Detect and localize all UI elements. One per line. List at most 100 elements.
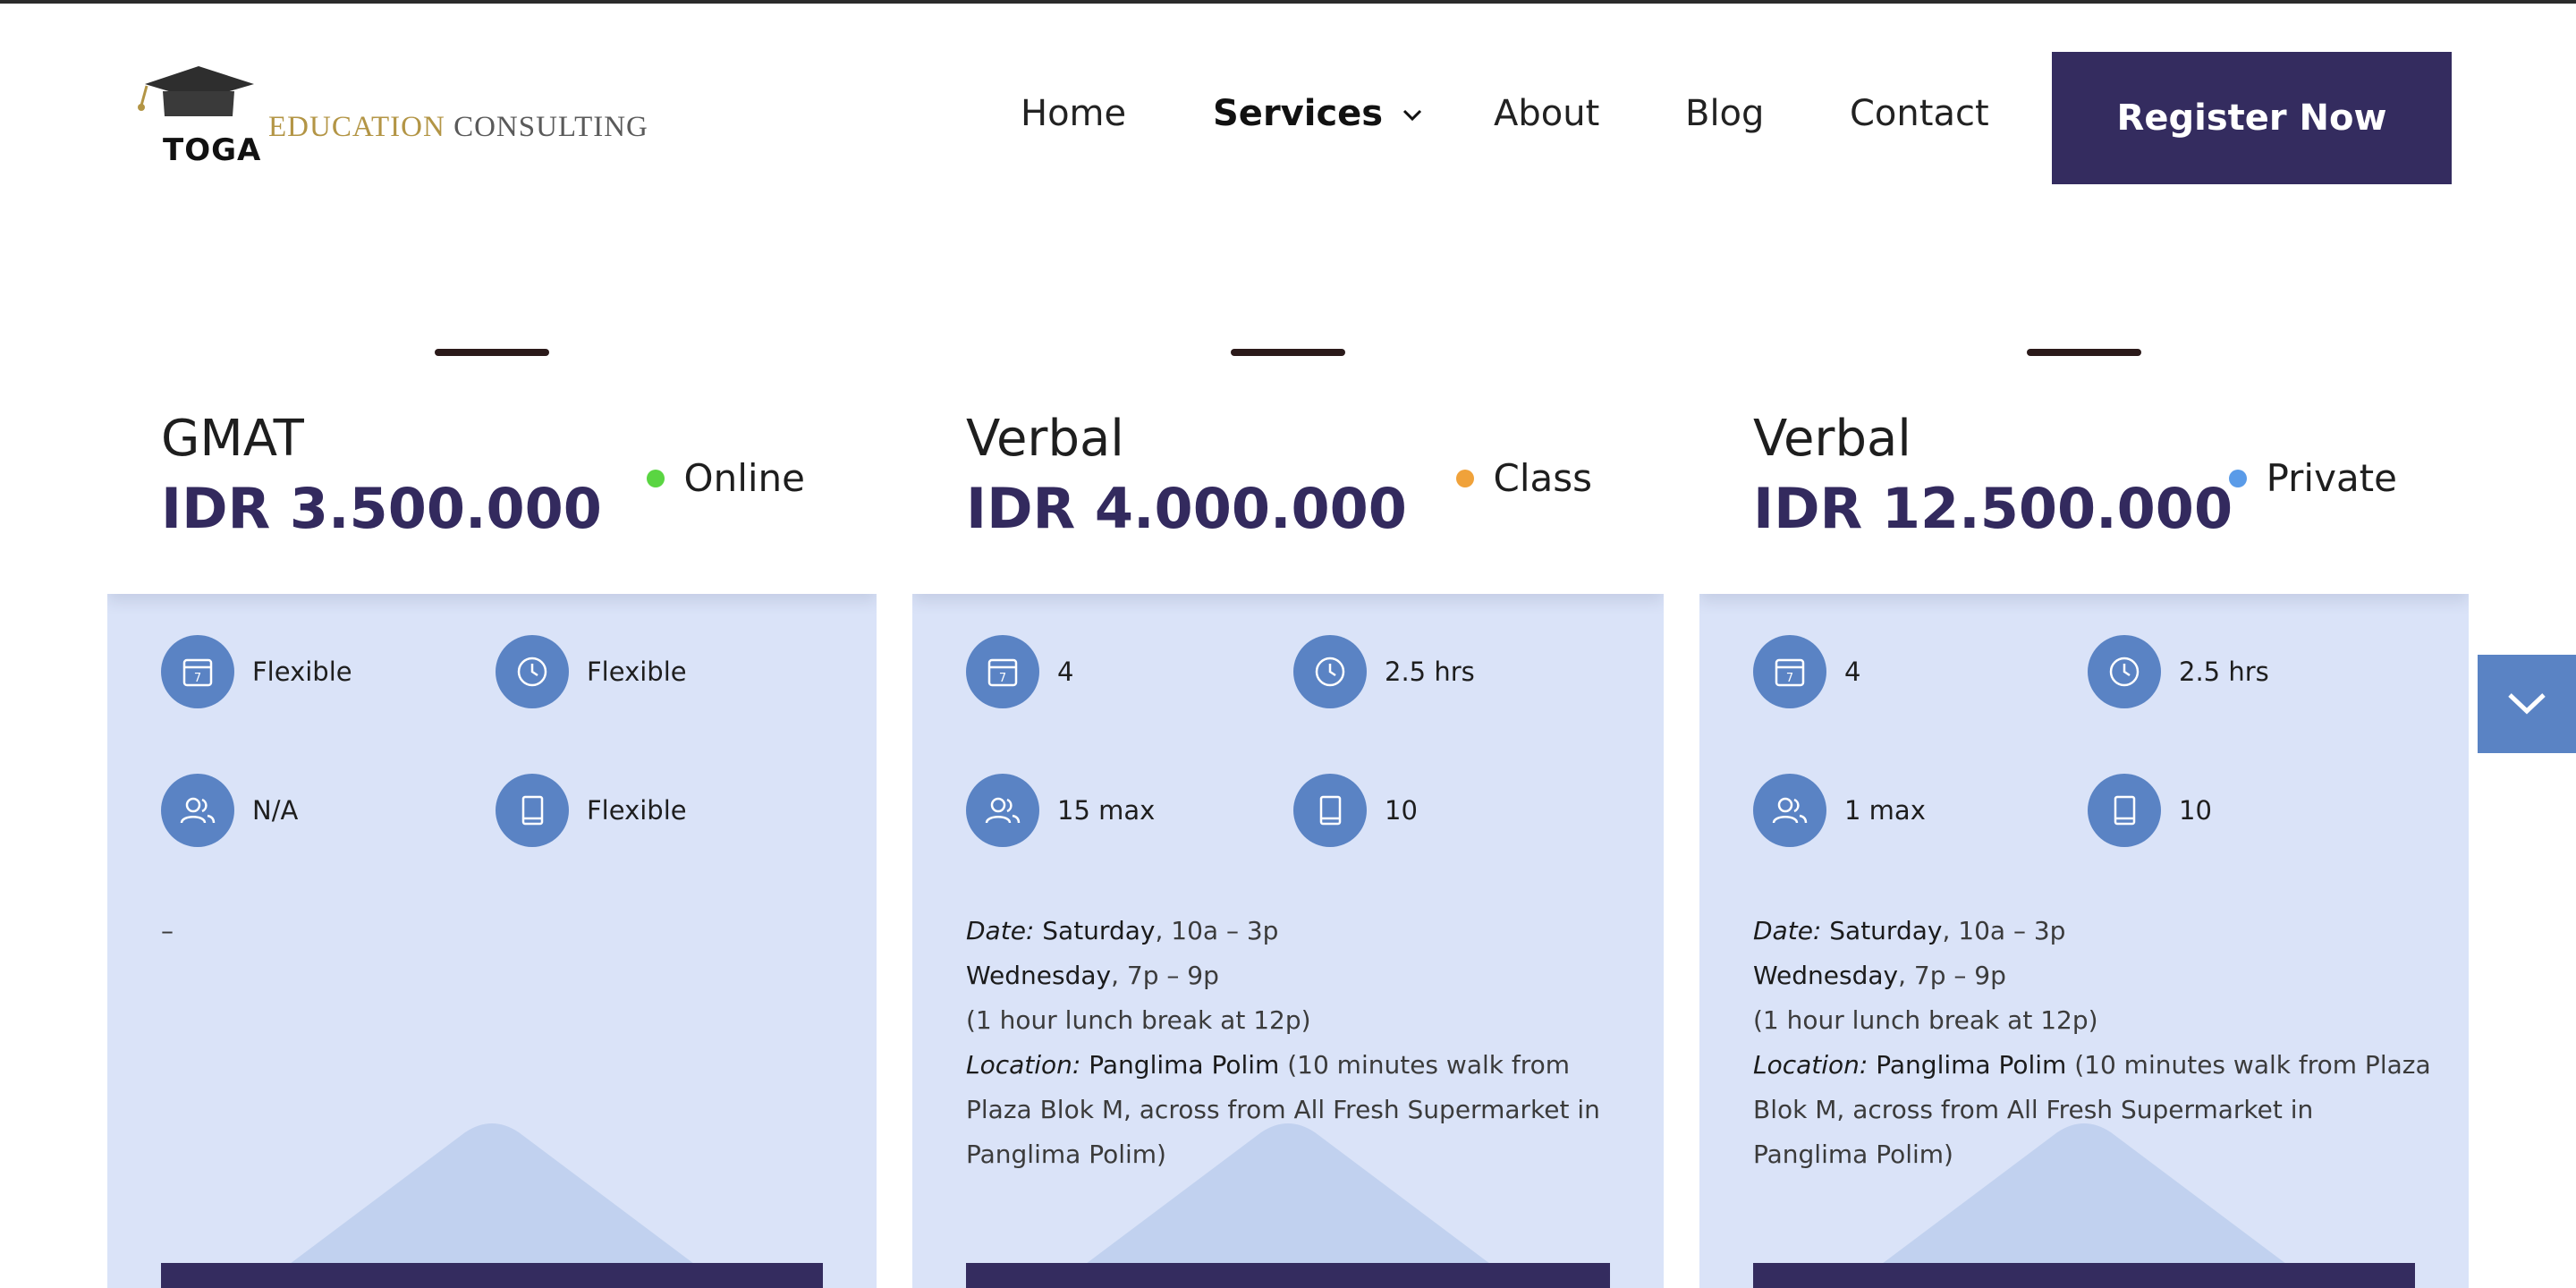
day-1: Saturday: [1042, 916, 1156, 945]
status-dot-icon: [2228, 469, 2247, 487]
chevron-down-icon: [2508, 693, 2546, 715]
graduation-cap-icon: [138, 66, 254, 116]
card-description: –: [161, 909, 841, 953]
card-description: Date: Saturday, 10a – 3p Wednesday, 7p –…: [1753, 909, 2433, 1177]
pricing-card-verbal-class: Verbal IDR 4.000.000 Class 7 4 2.5 hrs 1…: [912, 301, 1664, 1288]
svg-text:7: 7: [1786, 672, 1793, 685]
logo[interactable]: TOGA EDUCATION CONSULTING: [136, 64, 673, 172]
card-badge-label: Class: [1493, 456, 1593, 500]
day-2: Wednesday: [966, 961, 1112, 990]
card-title: Verbal: [1753, 410, 1911, 468]
logo-mark: TOGA: [163, 132, 262, 168]
card-badge-label: Online: [683, 456, 805, 500]
pricing-card-gmat-online: GMAT IDR 3.500.000 Online 7 Flexible Fle…: [107, 301, 877, 1288]
feature-duration-value: 2.5 hrs: [1385, 657, 1475, 687]
clock-icon: [2088, 635, 2161, 708]
feature-sessions: 7 4: [1753, 635, 1860, 708]
feature-sessions-value: 4: [1844, 657, 1861, 687]
feature-books: 10: [1293, 774, 1418, 847]
logo-tagline-gray: CONSULTING: [453, 111, 648, 143]
pricing-card-verbal-private: Verbal IDR 12.500.000 Private 7 4 2.5 hr…: [1699, 301, 2469, 1288]
feature-sessions-value: 4: [1057, 657, 1074, 687]
feature-sessions: 7 4: [966, 635, 1073, 708]
calendar-icon: 7: [1753, 635, 1826, 708]
register-now-button[interactable]: Register Now: [2052, 52, 2452, 184]
time-2: , 7p – 9p: [1898, 961, 2006, 990]
feature-students: N/A: [161, 774, 298, 847]
card-header: GMAT IDR 3.500.000 Online: [107, 301, 877, 594]
card-accent-bar: [1231, 349, 1345, 356]
time-1: , 10a – 3p: [1942, 916, 2066, 945]
site-header: TOGA EDUCATION CONSULTING Home Services …: [0, 4, 2576, 227]
card-badge-label: Private: [2266, 456, 2397, 500]
feature-students-value: N/A: [252, 795, 299, 826]
feature-duration: 2.5 hrs: [1293, 635, 1475, 708]
card-cta-button[interactable]: [966, 1263, 1610, 1288]
logo-tagline: EDUCATION CONSULTING: [268, 111, 648, 144]
card-badge: Class: [1455, 456, 1593, 500]
nav-about[interactable]: About: [1494, 93, 1599, 134]
feature-students: 1 max: [1753, 774, 1926, 847]
calendar-icon: 7: [966, 635, 1039, 708]
feature-students: 15 max: [966, 774, 1155, 847]
nav-contact[interactable]: Contact: [1850, 93, 1989, 134]
clock-icon: [1293, 635, 1367, 708]
feature-duration: 2.5 hrs: [2088, 635, 2269, 708]
feature-students-value: 15 max: [1057, 795, 1156, 826]
location-label: Location:: [966, 1050, 1081, 1080]
location-name: Panglima Polim: [1089, 1050, 1280, 1080]
card-description: Date: Saturday, 10a – 3p Wednesday, 7p –…: [966, 909, 1619, 1177]
location-line: Location: Panglima Polim (10 minutes wal…: [1753, 1043, 2433, 1177]
logo-tagline-gold: EDUCATION: [268, 111, 445, 143]
book-icon: [496, 774, 569, 847]
lunch-note: (1 hour lunch break at 12p): [1753, 1005, 2098, 1035]
card-header: Verbal IDR 4.000.000 Class: [912, 301, 1664, 594]
feature-books-value: 10: [2179, 795, 2212, 826]
card-accent-bar: [2027, 349, 2141, 356]
status-dot-icon: [646, 469, 665, 487]
feature-books-value: 10: [1385, 795, 1418, 826]
feature-duration: Flexible: [496, 635, 687, 708]
scroll-down-button[interactable]: [2478, 655, 2576, 753]
location-name: Panglima Polim: [1876, 1050, 2067, 1080]
chevron-down-icon: [1403, 109, 1422, 122]
users-icon: [161, 774, 234, 847]
day-1: Saturday: [1829, 916, 1943, 945]
nav-blog[interactable]: Blog: [1685, 93, 1764, 134]
nav-home[interactable]: Home: [1021, 93, 1126, 134]
location-line: Location: Panglima Polim (10 minutes wal…: [966, 1043, 1619, 1177]
time-1: , 10a – 3p: [1155, 916, 1279, 945]
card-title: GMAT: [161, 410, 304, 468]
card-header: Verbal IDR 12.500.000 Private: [1699, 301, 2469, 594]
card-price: IDR 4.000.000: [966, 476, 1407, 541]
location-label: Location:: [1753, 1050, 1868, 1080]
nav-services[interactable]: Services: [1213, 93, 1422, 134]
card-badge: Online: [646, 456, 805, 500]
schedule-line-2: Wednesday, 7p – 9p: [1753, 953, 2433, 998]
date-label: Date:: [966, 916, 1035, 945]
card-price: IDR 3.500.000: [161, 476, 602, 541]
card-cta-button[interactable]: [1753, 1263, 2415, 1288]
card-accent-bar: [435, 349, 549, 356]
schedule-line-1: Date: Saturday, 10a – 3p: [966, 909, 1619, 953]
nav-services-label: Services: [1213, 93, 1384, 134]
clock-icon: [496, 635, 569, 708]
feature-duration-value: 2.5 hrs: [2179, 657, 2269, 687]
schedule-line-1: Date: Saturday, 10a – 3p: [1753, 909, 2433, 953]
decorative-triangle: [258, 1123, 726, 1288]
feature-sessions-value: Flexible: [252, 657, 352, 687]
card-badge: Private: [2228, 456, 2397, 500]
users-icon: [966, 774, 1039, 847]
calendar-icon: 7: [161, 635, 234, 708]
status-dot-icon: [1455, 469, 1474, 487]
card-cta-button[interactable]: [161, 1263, 823, 1288]
svg-text:7: 7: [194, 672, 201, 685]
feature-students-value: 1 max: [1844, 795, 1926, 826]
users-icon: [1753, 774, 1826, 847]
description-placeholder: –: [161, 916, 174, 945]
feature-books: Flexible: [496, 774, 687, 847]
book-icon: [2088, 774, 2161, 847]
feature-books: 10: [2088, 774, 2212, 847]
feature-sessions: 7 Flexible: [161, 635, 352, 708]
svg-text:7: 7: [999, 672, 1006, 685]
